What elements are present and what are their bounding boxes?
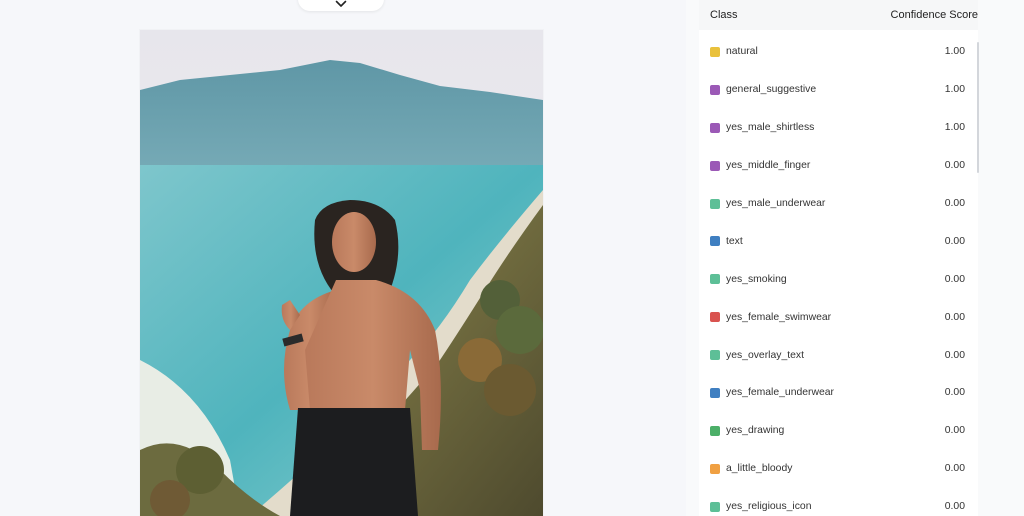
class-name: a_little_bloody (726, 463, 793, 475)
class-color-swatch (710, 198, 720, 209)
confidence-score: 1.00 (944, 84, 965, 96)
table-row: yes_drawing 0.00 (699, 412, 978, 450)
confidence-score: 0.00 (944, 235, 965, 247)
table-row: general_suggestive 1.00 (699, 71, 978, 109)
table-row: a_little_bloody 0.00 (699, 450, 978, 488)
table-row: yes_religious_icon 0.00 (699, 488, 978, 516)
classification-table: Class Confidence Score natural 1.00 gene… (699, 0, 978, 516)
class-list: natural 1.00 general_suggestive 1.00 yes… (699, 33, 978, 516)
class-name: yes_male_shirtless (726, 122, 815, 134)
confidence-score: 0.00 (944, 273, 965, 285)
confidence-score: 0.00 (944, 349, 965, 361)
classified-photo (140, 30, 543, 516)
confidence-score: 0.00 (944, 425, 965, 437)
table-row: yes_male_underwear 0.00 (699, 185, 978, 223)
class-name: yes_female_swimwear (726, 311, 832, 323)
confidence-score: 0.00 (944, 198, 965, 209)
class-name: text (726, 235, 743, 247)
table-row: text 0.00 (699, 222, 978, 260)
class-name: natural (726, 46, 758, 58)
confidence-score: 0.00 (944, 387, 965, 399)
table-row: natural 1.00 (699, 33, 978, 71)
class-color-swatch (710, 463, 720, 474)
class-color-swatch (710, 501, 720, 512)
class-name: yes_overlay_text (726, 349, 804, 361)
table-row: yes_middle_finger 0.00 (699, 147, 978, 185)
class-name: yes_female_underwear (726, 387, 835, 399)
table-scrollbar[interactable] (977, 42, 979, 173)
class-color-swatch (710, 387, 720, 398)
table-row: yes_overlay_text 0.00 (699, 336, 978, 374)
class-color-swatch (710, 312, 720, 323)
class-color-swatch (710, 425, 720, 436)
results-pane: Class Confidence Score natural 1.00 gene… (686, 0, 1024, 516)
class-color-swatch (710, 274, 720, 285)
confidence-score: 0.00 (944, 463, 965, 475)
image-preview-pane (0, 0, 686, 516)
class-name: yes_middle_finger (726, 160, 811, 172)
class-name: yes_religious_icon (726, 501, 812, 513)
table-header: Class Confidence Score (699, 0, 978, 30)
chevron-down-icon (335, 0, 347, 7)
table-row: yes_female_underwear 0.00 (699, 374, 978, 412)
table-row: yes_smoking 0.00 (699, 260, 978, 298)
class-color-swatch (710, 236, 720, 247)
class-name: yes_smoking (726, 273, 787, 285)
class-color-swatch (710, 122, 720, 133)
class-color-swatch (710, 350, 720, 361)
collapse-toggle-button[interactable] (298, 0, 384, 11)
class-color-swatch (710, 160, 720, 171)
table-row: yes_male_shirtless 1.00 (699, 109, 978, 147)
column-header-confidence-score: Confidence Score (890, 9, 978, 21)
column-header-class: Class (710, 9, 738, 21)
table-row: yes_female_swimwear 0.00 (699, 298, 978, 336)
class-name: yes_drawing (726, 425, 785, 437)
class-color-swatch (710, 84, 720, 95)
confidence-score: 0.00 (944, 311, 965, 323)
confidence-score: 0.00 (944, 160, 965, 172)
confidence-score: 1.00 (944, 122, 965, 134)
confidence-score: 1.00 (944, 46, 965, 58)
class-color-swatch (710, 46, 720, 57)
confidence-score: 0.00 (944, 501, 965, 513)
class-name: yes_male_underwear (726, 198, 826, 209)
class-name: general_suggestive (726, 84, 817, 96)
